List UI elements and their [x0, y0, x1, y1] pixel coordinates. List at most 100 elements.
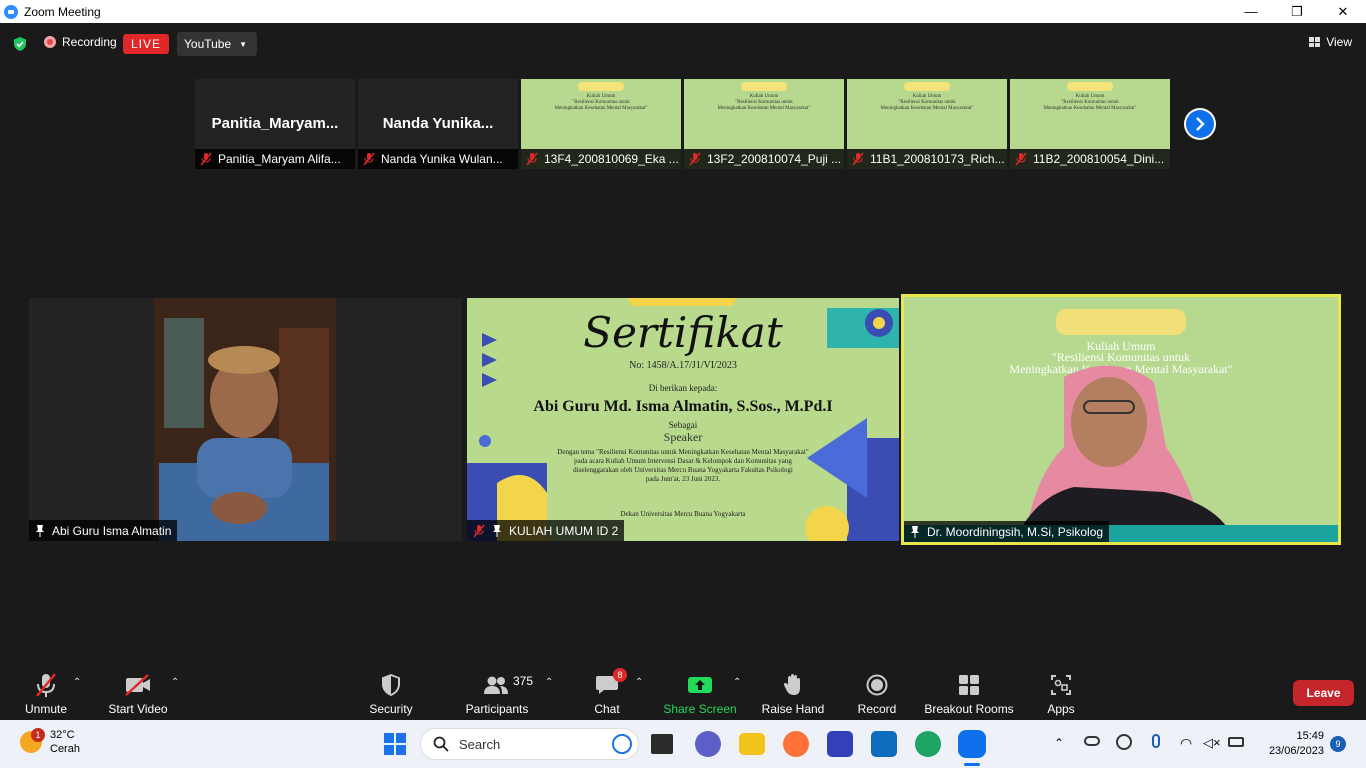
participant-name-label: Panitia_Maryam Alifa...	[195, 149, 355, 169]
slide-thumbnail-text: Kuliah Umum "Resiliensi Komunitas untuk …	[554, 94, 648, 111]
clock-date: 23/06/2023	[1268, 745, 1324, 757]
breakout-rooms-button[interactable]: Breakout Rooms	[924, 661, 1014, 720]
slide-logo-banner	[1067, 82, 1113, 91]
participant-thumbnail[interactable]: Kuliah Umum "Resiliensi Komunitas untuk …	[1010, 79, 1170, 169]
raise-hand-label: Raise Hand	[761, 702, 825, 716]
taskbar-clock[interactable]: 15:49 23/06/2023	[1262, 729, 1324, 759]
participant-label-text: Abi Guru Isma Almatin	[52, 523, 172, 538]
edge-icon[interactable]	[915, 731, 941, 757]
certificate-recipient: Abi Guru Md. Isma Almatin, S.Sos., M.Pd.…	[533, 398, 833, 415]
next-page-button[interactable]	[1184, 108, 1216, 140]
audio-options-chevron-icon[interactable]: ⌃	[73, 677, 81, 688]
chat-unread-badge: 8	[613, 668, 627, 682]
video-tile-certificate[interactable]: Sertifikat No: 1458/A.17/J1/VI/2023 Di b…	[467, 298, 899, 541]
video-options-chevron-icon[interactable]: ⌃	[171, 677, 179, 688]
encryption-shield-icon[interactable]	[12, 36, 28, 52]
participant-label-text: 11B1_200810173_Rich...	[870, 152, 1005, 166]
participant-thumbnail[interactable]: Nanda Yunika... Nanda Yunika Wulan...	[358, 79, 518, 169]
mic-muted-icon	[36, 673, 56, 697]
close-button[interactable]: ✕	[1320, 0, 1366, 23]
slide-logo-banner	[578, 82, 624, 91]
participant-thumbnail[interactable]: Panitia_Maryam... Panitia_Maryam Alifa..…	[195, 79, 355, 169]
firefox-icon[interactable]	[783, 731, 809, 757]
chevron-right-icon	[1196, 117, 1205, 131]
video-tile-speaker[interactable]: Abi Guru Isma Almatin	[29, 298, 462, 541]
participant-thumbnail[interactable]: Kuliah Umum "Resiliensi Komunitas untuk …	[684, 79, 844, 169]
search-icon	[433, 736, 449, 752]
maximize-button[interactable]: ❐	[1274, 0, 1320, 23]
participants-count: 375	[513, 674, 534, 688]
live-badge[interactable]: LIVE	[123, 34, 169, 54]
chat-button[interactable]: 8 Chat	[591, 661, 627, 720]
participant-label-text: 13F2_200810074_Puji ...	[707, 152, 842, 166]
share-screen-button[interactable]: Share Screen	[663, 661, 737, 720]
mic-muted-icon	[363, 152, 375, 166]
certificate-role: Speaker	[663, 430, 703, 444]
mail-icon[interactable]	[871, 731, 897, 757]
recording-indicator[interactable]: Recording	[44, 35, 117, 49]
breakout-rooms-label: Breakout Rooms	[924, 702, 1014, 716]
pin-icon	[911, 525, 919, 538]
wifi-icon[interactable]: ◠	[1180, 735, 1192, 752]
participants-options-chevron-icon[interactable]: ⌃	[545, 677, 553, 688]
raise-hand-button[interactable]: Raise Hand	[762, 661, 824, 720]
slide-thumbnail-text: Kuliah Umum "Resiliensi Komunitas untuk …	[1043, 94, 1137, 111]
mic-muted-icon	[200, 152, 212, 166]
certificate-as: Sebagai	[668, 420, 698, 430]
raise-hand-icon	[783, 674, 800, 695]
dev-app-icon[interactable]	[827, 731, 853, 757]
slide-thumbnail-text: Kuliah Umum "Resiliensi Komunitas untuk …	[717, 94, 811, 111]
onedrive-icon[interactable]	[1084, 736, 1100, 746]
share-screen-icon	[688, 677, 712, 693]
weather-widget[interactable]: 1 32°C Cerah	[20, 728, 80, 756]
pin-icon	[36, 524, 44, 537]
zoom-app-icon	[4, 4, 18, 19]
participant-thumbnail[interactable]: Kuliah Umum "Resiliensi Komunitas untuk …	[847, 79, 1007, 169]
security-button[interactable]: Security	[368, 661, 414, 720]
leave-button[interactable]: Leave	[1293, 680, 1354, 706]
speaker-muted-icon[interactable]: ◁×	[1203, 735, 1221, 751]
apps-button[interactable]: Apps	[1044, 661, 1078, 720]
battery-icon[interactable]	[1228, 737, 1244, 747]
participant-name-label: 11B1_200810173_Rich...	[847, 149, 1007, 169]
file-explorer-icon[interactable]	[739, 733, 765, 755]
security-shield-icon	[382, 674, 400, 696]
windows-start-icon[interactable]	[384, 733, 406, 755]
sync-icon[interactable]	[1116, 734, 1132, 750]
start-video-label: Start Video	[108, 702, 168, 716]
livestream-dropdown[interactable]: YouTube ▼	[177, 32, 258, 56]
meeting-topbar: Recording LIVE YouTube ▼ View	[0, 23, 1366, 65]
microphone-tray-icon[interactable]	[1152, 734, 1160, 748]
participant-thumbnail-strip: Panitia_Maryam... Panitia_Maryam Alifa..…	[195, 79, 1170, 169]
participant-name-label: Abi Guru Isma Almatin	[29, 520, 178, 541]
participant-thumbnail[interactable]: Kuliah Umum "Resiliensi Komunitas untuk …	[521, 79, 681, 169]
teams-chat-icon[interactable]	[695, 731, 721, 757]
certificate-body-line: Dengan tema "Resiliensi Komunitas untuk …	[557, 448, 809, 456]
task-view-icon[interactable]	[651, 734, 673, 754]
participant-label-text: 11B2_200810054_Dini...	[1033, 152, 1165, 166]
participant-display-name: Nanda Yunika...	[382, 115, 494, 132]
notification-badge[interactable]: 9	[1330, 736, 1346, 752]
slide-thumbnail-text: Kuliah Umum "Resiliensi Komunitas untuk …	[880, 94, 974, 111]
record-button[interactable]: Record	[856, 661, 898, 720]
apps-label: Apps	[1047, 702, 1075, 716]
zoom-taskbar-icon[interactable]	[958, 730, 986, 758]
video-tile-active-speaker[interactable]: Kuliah Umum "Resiliensi Komunitas untuk …	[901, 294, 1341, 545]
tray-overflow-chevron-icon[interactable]: ⌃	[1054, 736, 1064, 750]
certificate-number: No: 1458/A.17/J1/VI/2023	[629, 360, 737, 371]
chat-options-chevron-icon[interactable]: ⌃	[635, 677, 643, 688]
unmute-button[interactable]: Unmute	[22, 661, 70, 720]
certificate-given-to: Di berikan kepada:	[648, 383, 718, 393]
participant-label-text: Nanda Yunika Wulan...	[381, 152, 503, 166]
speaker-video-feed	[154, 298, 336, 541]
participant-label-text: KULIAH UMUM ID 2	[509, 523, 619, 538]
share-options-chevron-icon[interactable]: ⌃	[733, 677, 741, 688]
minimize-button[interactable]: —	[1228, 0, 1274, 23]
view-button[interactable]: View	[1309, 35, 1352, 49]
weather-sun-icon: 1	[20, 728, 45, 753]
clock-time: 15:49	[1296, 730, 1324, 742]
unmute-label: Unmute	[24, 702, 68, 716]
taskbar-search-box[interactable]: Search	[420, 728, 639, 760]
participants-button[interactable]: 375 Participants	[465, 661, 533, 720]
start-video-button[interactable]: Start Video	[107, 661, 169, 720]
